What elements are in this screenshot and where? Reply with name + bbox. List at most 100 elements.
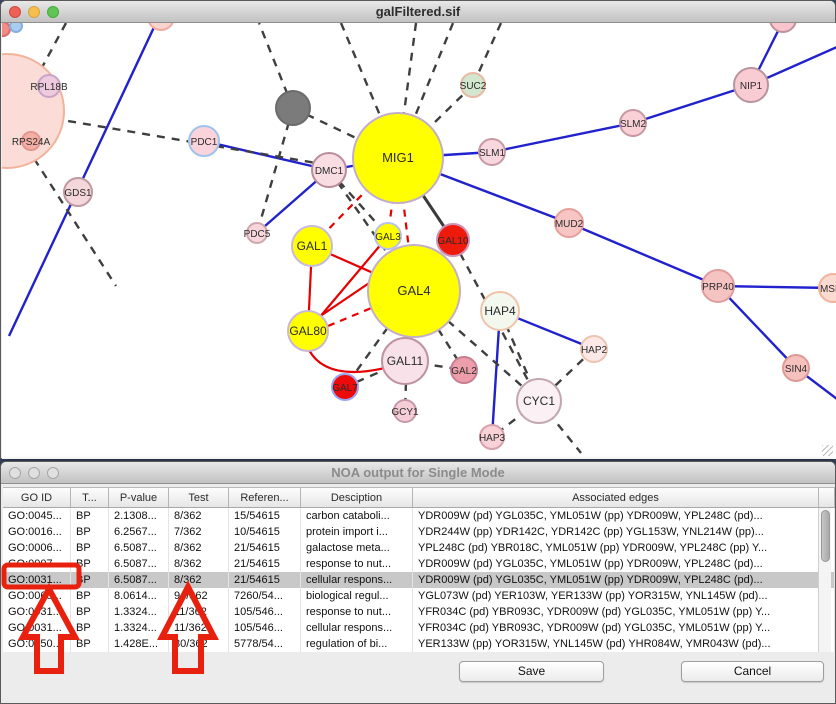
table-cell: cellular respons... [301, 572, 413, 588]
node-unlabeled[interactable] [276, 91, 310, 125]
table-cell: 6.2567... [109, 524, 169, 540]
edge-pp[interactable] [569, 223, 718, 286]
table-cell: protein import i... [301, 524, 413, 540]
table-cell: BP [71, 588, 109, 604]
table-cell: cellular respons... [301, 620, 413, 636]
node-label-SIN4: SIN4 [785, 364, 808, 375]
node-label-HAP2: HAP2 [581, 345, 608, 356]
save-button[interactable]: Save [459, 661, 604, 682]
edge-pd[interactable] [39, 23, 66, 73]
network-svg: MIG1GAL4CYC1RPL18BRPS24AGDS1PDC1PDC5DMC1… [2, 23, 836, 459]
table-row[interactable]: GO:0007...BP6.5087...8/36221/54615respon… [3, 556, 835, 572]
edge-pd[interactable] [26, 146, 116, 286]
table-cell: YDR009W (pd) YGL035C, YML051W (pp) YDR00… [413, 572, 819, 588]
node-unlabeled[interactable] [2, 23, 10, 36]
table-cell: 8/362 [169, 540, 229, 556]
column-header-scroll[interactable] [819, 488, 835, 507]
table-cell: 1.428E... [109, 636, 169, 652]
column-header-Test[interactable]: Test [169, 488, 229, 507]
table-cell: 10/54615 [229, 524, 301, 540]
table-cell: 1.3324... [109, 620, 169, 636]
node-label-SUC2: SUC2 [460, 81, 487, 92]
table-scrollbar[interactable] [818, 508, 831, 652]
table-row[interactable]: GO:0045...BP2.1308...8/36215/54615carbon… [3, 508, 835, 524]
table-row[interactable]: GO:0031...BP1.3324...11/362105/546...res… [3, 604, 835, 620]
table-cell: 6.5087... [109, 540, 169, 556]
column-header-T...[interactable]: T... [71, 488, 109, 507]
edge-pp[interactable] [718, 286, 833, 288]
node-label-RPS24A: RPS24A [12, 137, 51, 148]
edge-pd[interactable] [257, 108, 293, 233]
table-row[interactable]: GO:0050...BP1.428E...80/3625778/54...reg… [3, 636, 835, 652]
table-cell: 8.0614... [109, 588, 169, 604]
table-cell: BP [71, 508, 109, 524]
network-window-titlebar[interactable]: galFiltered.sif [1, 1, 835, 23]
node-label-GAL11: GAL11 [387, 354, 424, 368]
table-cell: BP [71, 572, 109, 588]
table-cell: GO:0031... [3, 620, 71, 636]
node-label-PRP40: PRP40 [702, 282, 734, 293]
edge-pp[interactable] [492, 123, 633, 152]
table-cell: 6.5087... [109, 556, 169, 572]
node-label-PDC5: PDC5 [244, 229, 271, 240]
column-header-P-value[interactable]: P-value [109, 488, 169, 507]
table-cell: 21/54615 [229, 540, 301, 556]
table-cell: response to nut... [301, 604, 413, 620]
node-label-HAP3: HAP3 [479, 433, 506, 444]
table-row[interactable]: GO:0065...BP8.0614...94/3627260/54...bio… [3, 588, 835, 604]
column-header-GO ID[interactable]: GO ID [3, 488, 71, 507]
table-cell: 21/54615 [229, 556, 301, 572]
node-label-GCY1: GCY1 [391, 407, 419, 418]
table-cell: 2.1308... [109, 508, 169, 524]
table-row[interactable]: GO:0006...BP6.5087...8/36221/54615galact… [3, 540, 835, 556]
table-cell: 21/54615 [229, 572, 301, 588]
node-label-NIP1: NIP1 [740, 81, 763, 92]
column-header-Referen...[interactable]: Referen... [229, 488, 301, 507]
noa-output-window: NOA output for Single Mode GO IDT...P-va… [0, 461, 836, 704]
table-cell: GO:0050... [3, 636, 71, 652]
node-label-GAL1: GAL1 [297, 239, 328, 253]
table-cell: BP [71, 620, 109, 636]
table-cell: YFR034C (pd) YBR093C, YDR009W (pd) YGL03… [413, 620, 819, 636]
node-label-GAL4: GAL4 [397, 283, 430, 298]
table-cell: YPL248C (pd) YBR018C, YML051W (pp) YDR00… [413, 540, 819, 556]
table-cell: 7260/54... [229, 588, 301, 604]
table-cell: 11/362 [169, 604, 229, 620]
node-unlabeled[interactable] [10, 23, 22, 32]
table-cell: YER133W (pp) YOR315W, YNL145W (pd) YHR08… [413, 636, 819, 652]
node-label-GAL80: GAL80 [289, 324, 327, 338]
noa-window-titlebar[interactable]: NOA output for Single Mode [1, 462, 835, 484]
results-table: GO:0045...BP2.1308...8/36215/54615carbon… [3, 508, 835, 652]
table-cell: BP [71, 556, 109, 572]
node-label-GAL7: GAL7 [332, 383, 358, 394]
table-cell: YDR009W (pd) YGL035C, YML051W (pp) YDR00… [413, 556, 819, 572]
cancel-button[interactable]: Cancel [681, 661, 824, 682]
table-cell: 105/546... [229, 604, 301, 620]
node-unlabeled[interactable] [2, 54, 64, 168]
column-header-Associated edges[interactable]: Associated edges [413, 488, 819, 507]
table-cell: GO:0031... [3, 572, 71, 588]
node-label-MSL5: MSL5 [820, 284, 836, 295]
node-label-GDS1: GDS1 [64, 188, 92, 199]
table-scrollbar-thumb[interactable] [821, 510, 830, 562]
table-row[interactable]: GO:0031...BP1.3324...11/362105/546...cel… [3, 620, 835, 636]
edge-pp[interactable] [633, 85, 751, 123]
table-cell: 94/362 [169, 588, 229, 604]
network-canvas[interactable]: MIG1GAL4CYC1RPL18BRPS24AGDS1PDC1PDC5DMC1… [2, 23, 836, 459]
noa-window-title: NOA output for Single Mode [1, 465, 835, 480]
table-cell: YDR244W (pp) YDR142C, YDR142C (pp) YGL15… [413, 524, 819, 540]
table-cell: biological regul... [301, 588, 413, 604]
table-cell: YFR034C (pd) YBR093C, YDR009W (pd) YGL03… [413, 604, 819, 620]
node-label-RPL18B: RPL18B [30, 82, 68, 93]
table-cell: BP [71, 604, 109, 620]
resize-grip-icon[interactable] [822, 445, 833, 456]
table-cell: 1.3324... [109, 604, 169, 620]
table-cell: YGL073W (pd) YER103W, YER133W (pp) YOR31… [413, 588, 819, 604]
node-unlabeled[interactable] [770, 23, 796, 32]
table-cell: YDR009W (pd) YGL035C, YML051W (pp) YDR00… [413, 508, 819, 524]
node-label-PDC1: PDC1 [191, 137, 218, 148]
table-cell: 6.5087... [109, 572, 169, 588]
table-row[interactable]: GO:0016...BP6.2567...7/36210/54615protei… [3, 524, 835, 540]
column-header-Desciption[interactable]: Desciption [301, 488, 413, 507]
table-row[interactable]: GO:0031...BP6.5087...8/36221/54615cellul… [3, 572, 835, 588]
